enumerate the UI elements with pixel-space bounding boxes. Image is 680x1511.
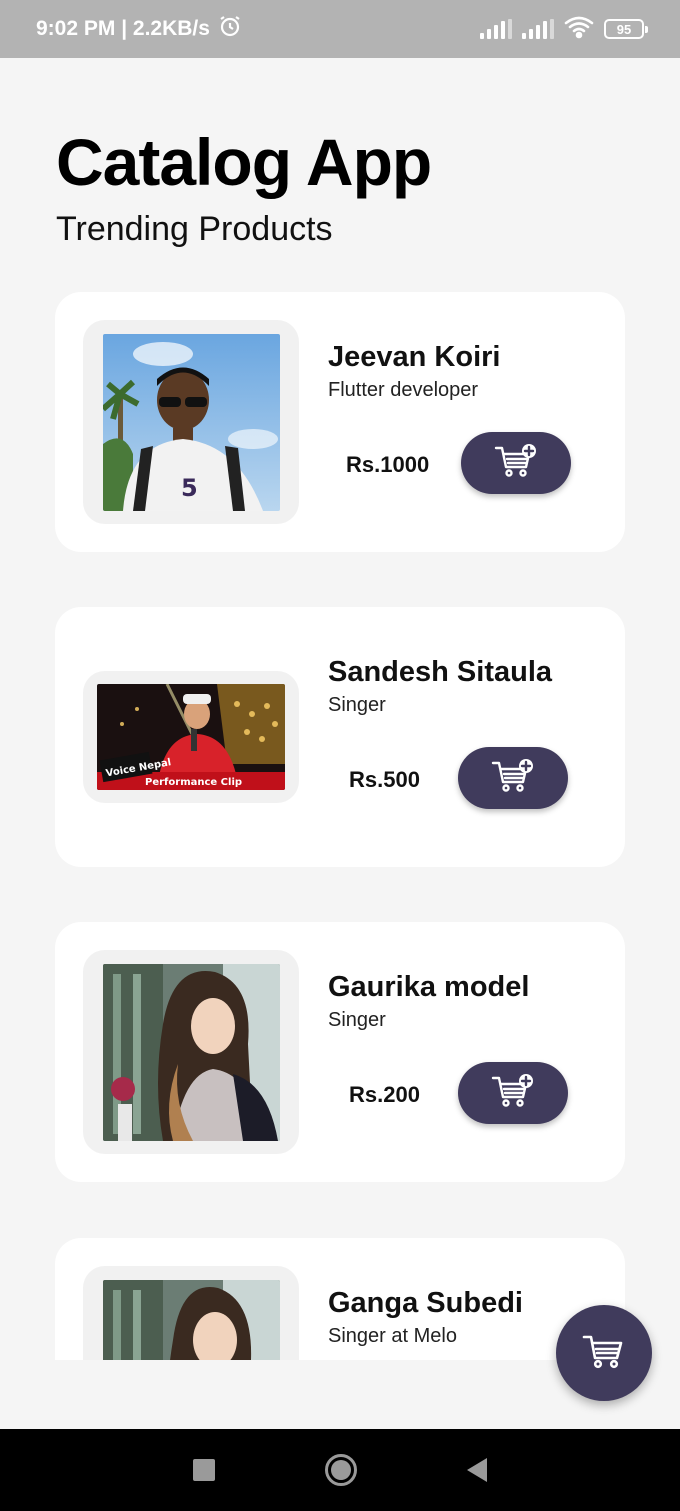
product-name: Ganga Subedi bbox=[328, 1287, 523, 1319]
status-bar: 9:02 PM | 2.2KB/s 95 bbox=[0, 0, 680, 58]
home-button[interactable] bbox=[325, 1454, 357, 1486]
product-description: Singer bbox=[328, 1009, 386, 1031]
page-subtitle: Trending Products bbox=[56, 210, 333, 248]
status-left: 9:02 PM | 2.2KB/s bbox=[36, 14, 242, 44]
cart-icon bbox=[582, 1332, 626, 1375]
product-price: Rs.1000 bbox=[346, 452, 430, 477]
page-title: Catalog App bbox=[56, 125, 432, 199]
add-to-cart-button[interactable] bbox=[461, 432, 571, 494]
signal-icon bbox=[522, 19, 554, 39]
product-image: 5 bbox=[102, 333, 280, 511]
cart-add-icon bbox=[491, 1073, 535, 1114]
product-name: Jeevan Koiri bbox=[328, 341, 501, 373]
product-image-frame bbox=[83, 950, 299, 1154]
product-image-frame: 5 bbox=[83, 320, 299, 524]
product-image bbox=[102, 1279, 280, 1360]
product-price: Rs.200 bbox=[349, 1082, 420, 1107]
signal-icon bbox=[480, 19, 512, 39]
add-to-cart-button[interactable] bbox=[458, 747, 568, 809]
product-card[interactable]: 5 Jeevan Koiri Flutter developer Rs.1000 bbox=[55, 292, 625, 552]
product-description: Singer bbox=[328, 694, 386, 716]
cart-add-icon bbox=[494, 443, 538, 484]
thumb-caption: Performance Clip bbox=[145, 777, 242, 788]
product-card[interactable]: Gaurika model Singer Rs.200 bbox=[55, 922, 625, 1182]
add-to-cart-button[interactable] bbox=[458, 1062, 568, 1124]
cart-fab-button[interactable] bbox=[556, 1305, 652, 1401]
product-description: Flutter developer bbox=[328, 379, 479, 401]
product-image bbox=[102, 963, 280, 1141]
status-right: 95 bbox=[480, 15, 648, 44]
back-button[interactable] bbox=[467, 1458, 487, 1482]
product-card[interactable]: Ganga Subedi Singer at Melo bbox=[55, 1238, 625, 1360]
product-description: Singer at Melo bbox=[328, 1325, 457, 1347]
product-name: Gaurika model bbox=[328, 971, 530, 1003]
battery-icon: 95 bbox=[604, 19, 648, 39]
product-image-frame: Voice Nepal Performance Clip bbox=[83, 671, 299, 803]
recents-button[interactable] bbox=[193, 1459, 215, 1481]
alarm-icon bbox=[218, 14, 242, 44]
product-image: Voice Nepal Performance Clip bbox=[97, 684, 285, 790]
product-image-frame bbox=[83, 1266, 299, 1360]
product-price: Rs.500 bbox=[349, 767, 420, 792]
system-nav-bar bbox=[0, 1429, 680, 1511]
wifi-icon bbox=[564, 15, 594, 44]
battery-level: 95 bbox=[616, 21, 632, 37]
main-content[interactable]: Catalog App Trending Products 5 Jeevan K… bbox=[0, 58, 680, 1360]
cart-add-icon bbox=[491, 758, 535, 799]
product-card[interactable]: Voice Nepal Performance Clip Sandesh Sit… bbox=[55, 607, 625, 867]
status-time: 9:02 PM | 2.2KB/s bbox=[36, 17, 210, 40]
product-name: Sandesh Sitaula bbox=[328, 656, 553, 688]
svg-text:5: 5 bbox=[181, 474, 198, 502]
